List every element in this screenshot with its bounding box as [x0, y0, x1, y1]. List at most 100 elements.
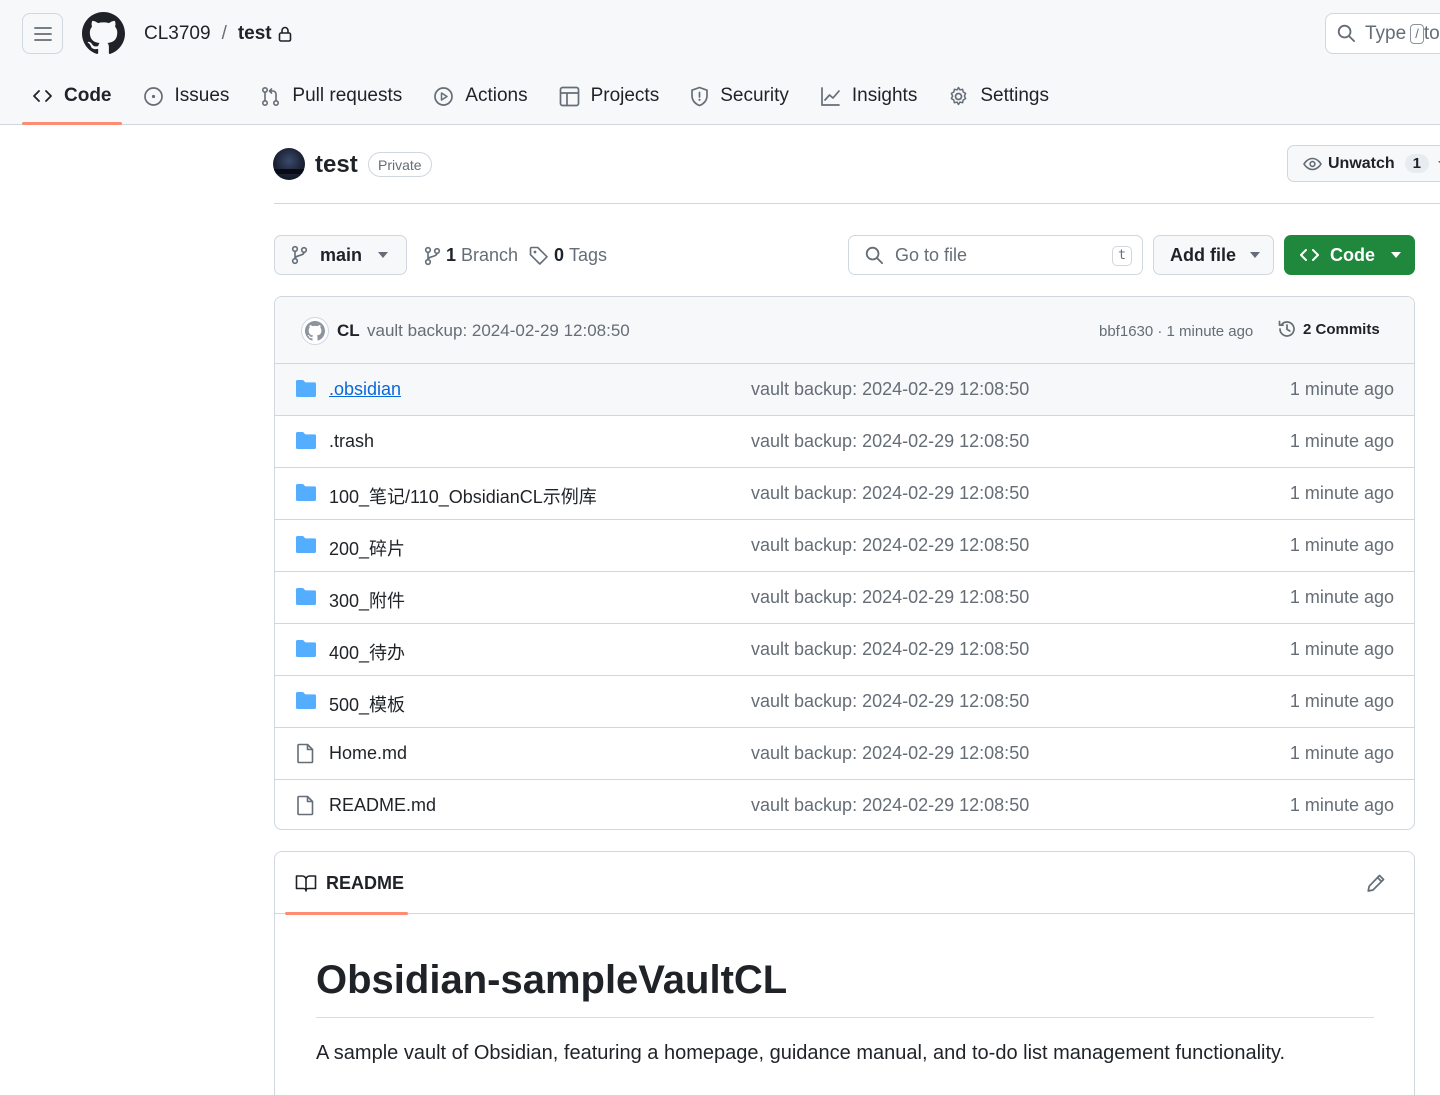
file-age: 1 minute ago [1289, 743, 1394, 763]
file-row[interactable]: 100_笔记/110_ObsidianCL示例库 vault backup: 2… [275, 468, 1414, 520]
branch-icon [291, 245, 308, 265]
commit-sha-age[interactable]: bbf1630 · 1 minute ago [1099, 323, 1253, 340]
file-commit-message[interactable]: vault backup: 2024-02-29 12:08:50 [751, 379, 1029, 400]
branch-name: main [320, 244, 363, 265]
file-name[interactable]: Home.md [329, 743, 407, 764]
lock-icon [278, 26, 291, 42]
file-age: 1 minute ago [1289, 379, 1394, 399]
file-commit-message[interactable]: vault backup: 2024-02-29 12:08:50 [751, 587, 1029, 608]
file-name[interactable]: 100_笔记/110_ObsidianCL示例库 [329, 483, 597, 509]
folder-icon [296, 484, 316, 501]
readme-header: README [275, 852, 1414, 915]
file-row[interactable]: README.md vault backup: 2024-02-29 12:08… [275, 780, 1414, 829]
file-row[interactable]: 200_碎片 vault backup: 2024-02-29 12:08:50… [275, 520, 1414, 572]
commit-author-avatar[interactable] [301, 317, 329, 345]
code-icon [1300, 249, 1319, 261]
tab-pull-requests[interactable]: Pull requests [250, 70, 412, 122]
file-row[interactable]: .obsidian vault backup: 2024-02-29 12:08… [275, 364, 1414, 416]
play-icon [434, 86, 454, 106]
tab-projects[interactable]: Projects [549, 70, 670, 122]
folder-icon [296, 692, 316, 709]
tab-label: Settings [980, 85, 1049, 106]
menu-button[interactable] [22, 13, 63, 54]
pencil-icon[interactable] [1366, 873, 1386, 893]
readme-heading: Obsidian-sampleVaultCL [316, 958, 1374, 1018]
branch-count: 1 [446, 245, 457, 265]
search-placeholder-suffix: to [1423, 22, 1440, 44]
file-name[interactable]: README.md [329, 795, 436, 816]
tab-settings[interactable]: Settings [938, 70, 1059, 122]
branches-link[interactable]: 1 Branch [424, 245, 518, 266]
file-name[interactable]: 200_碎片 [329, 535, 405, 561]
pull-request-icon [262, 86, 280, 106]
file-row[interactable]: 400_待办 vault backup: 2024-02-29 12:08:50… [275, 624, 1414, 676]
search-shortcut-key: / [1410, 23, 1424, 44]
file-name[interactable]: 300_附件 [329, 587, 405, 613]
code-icon [33, 90, 52, 102]
folder-icon [296, 380, 316, 397]
go-to-file-shortcut: t [1112, 246, 1132, 266]
file-commit-message[interactable]: vault backup: 2024-02-29 12:08:50 [751, 691, 1029, 712]
graph-icon [821, 86, 840, 106]
commit-message[interactable]: vault backup: 2024-02-29 12:08:50 [367, 321, 630, 341]
folder-icon [296, 640, 316, 657]
github-logo-icon[interactable] [82, 12, 125, 55]
file-age: 1 minute ago [1289, 587, 1394, 607]
unwatch-button[interactable]: Unwatch 1 [1287, 145, 1440, 182]
commit-author[interactable]: CL [337, 321, 360, 341]
repo-link[interactable]: test [238, 23, 272, 45]
repo-title[interactable]: test [315, 151, 358, 179]
tab-code[interactable]: Code [22, 70, 122, 125]
file-name[interactable]: .trash [329, 431, 374, 452]
tab-actions[interactable]: Actions [423, 70, 537, 122]
tab-label: Projects [590, 85, 660, 106]
file-commit-message[interactable]: vault backup: 2024-02-29 12:08:50 [751, 795, 1029, 816]
tab-readme[interactable]: README [285, 852, 408, 915]
tag-icon [529, 246, 548, 265]
folder-icon [296, 432, 316, 449]
file-icon [297, 743, 314, 764]
commits-history-link[interactable]: 2 Commits [1277, 319, 1380, 339]
tab-label: Insights [851, 85, 918, 106]
file-age: 1 minute ago [1289, 483, 1394, 503]
repo-owner-avatar[interactable] [273, 148, 305, 180]
tag-count: 0 [554, 245, 565, 265]
file-age: 1 minute ago [1289, 691, 1394, 711]
tags-link[interactable]: 0 Tags [529, 245, 607, 266]
file-commit-message[interactable]: vault backup: 2024-02-29 12:08:50 [751, 431, 1029, 452]
file-row[interactable]: 500_模板 vault backup: 2024-02-29 12:08:50… [275, 676, 1414, 728]
unwatch-label: Unwatch [1328, 154, 1395, 172]
file-name[interactable]: 500_模板 [329, 691, 405, 717]
tab-security[interactable]: Security [680, 70, 799, 122]
history-icon [1278, 320, 1295, 337]
go-to-file-input[interactable]: Go to file t [848, 235, 1143, 275]
commits-count: 2 Commits [1303, 320, 1380, 338]
file-commit-message[interactable]: vault backup: 2024-02-29 12:08:50 [751, 535, 1029, 556]
file-icon [297, 795, 314, 816]
gear-icon [950, 86, 967, 105]
branch-selector[interactable]: main [274, 235, 407, 275]
file-age: 1 minute ago [1289, 795, 1394, 815]
file-row[interactable]: 300_附件 vault backup: 2024-02-29 12:08:50… [275, 572, 1414, 624]
code-button[interactable]: Code [1284, 235, 1415, 275]
issue-icon [143, 86, 163, 106]
branch-label: Branch [461, 245, 519, 265]
shield-icon [691, 86, 709, 106]
file-age: 1 minute ago [1289, 431, 1394, 451]
owner-link[interactable]: CL3709 [144, 23, 211, 45]
file-commit-message[interactable]: vault backup: 2024-02-29 12:08:50 [751, 639, 1029, 660]
file-commit-message[interactable]: vault backup: 2024-02-29 12:08:50 [751, 743, 1029, 764]
tab-label: Code [64, 85, 112, 106]
tab-issues[interactable]: Issues [133, 70, 240, 122]
visibility-badge: Private [368, 152, 432, 177]
chevron-down-icon [1391, 252, 1401, 258]
file-name[interactable]: 400_待办 [329, 639, 405, 665]
file-row[interactable]: Home.md vault backup: 2024-02-29 12:08:5… [275, 728, 1414, 780]
add-file-button[interactable]: Add file [1153, 235, 1274, 275]
file-row[interactable]: .trash vault backup: 2024-02-29 12:08:50… [275, 416, 1414, 468]
global-search-input[interactable]: Type / to [1325, 13, 1440, 54]
file-name[interactable]: .obsidian [329, 379, 401, 400]
tab-label: Issues [174, 85, 230, 106]
tab-insights[interactable]: Insights [810, 70, 927, 122]
file-commit-message[interactable]: vault backup: 2024-02-29 12:08:50 [751, 483, 1029, 504]
